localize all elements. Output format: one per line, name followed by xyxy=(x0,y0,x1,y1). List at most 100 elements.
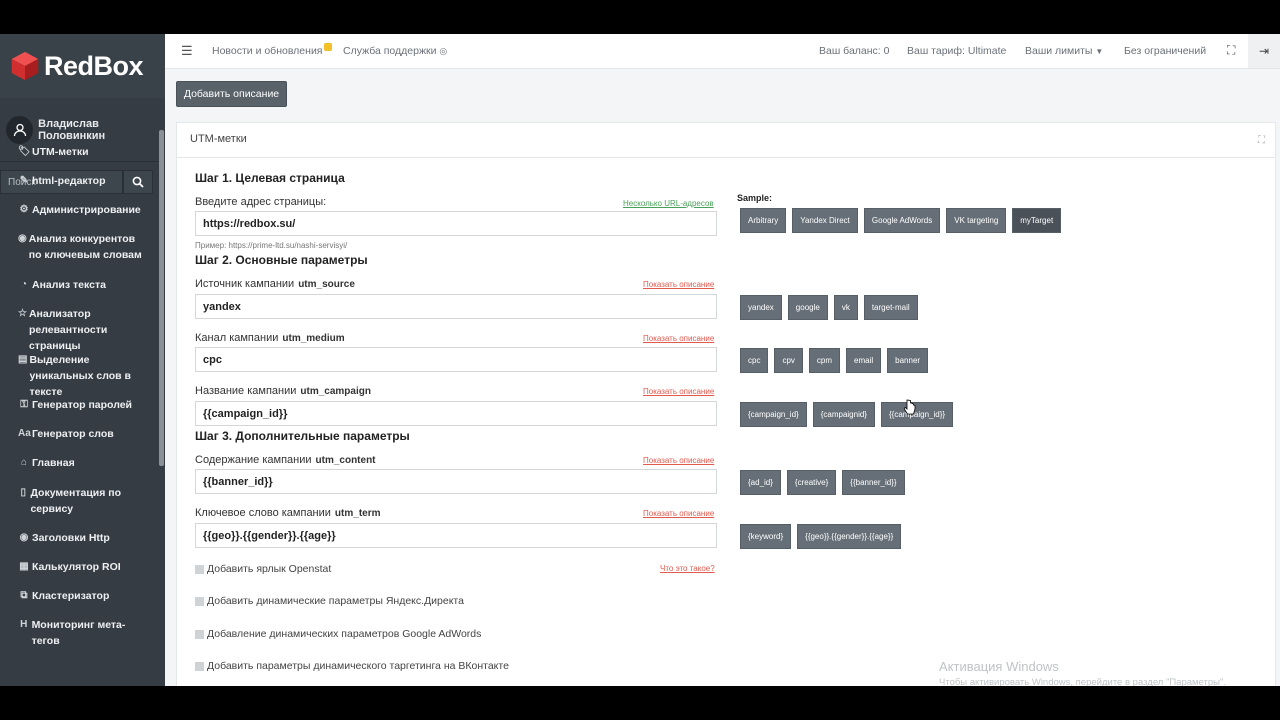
user-icon xyxy=(6,115,34,144)
sample-tag-button[interactable]: email xyxy=(846,348,882,373)
user-name: Владислав Половинкин xyxy=(38,117,106,142)
windows-activation-watermark: Активация Windows Чтобы активировать Win… xyxy=(939,659,1226,686)
sidebar-item-label: Заголовки Http xyxy=(32,532,110,544)
utm-content-input[interactable]: {{banner_id}} xyxy=(195,469,717,494)
sample-tag-button[interactable]: {{geo}}.{{gender}}.{{age}} xyxy=(797,524,902,549)
sample-tag-button[interactable]: vk xyxy=(833,295,858,320)
file-icon: ▯ xyxy=(20,487,26,498)
sample-tag-button[interactable]: Arbitrary xyxy=(740,208,787,233)
sidebar-item-label: Кластеризатор xyxy=(32,590,110,602)
sidebar-item-label: Анализ конкурентов по ключевым словам xyxy=(28,233,142,261)
sample-tag-button[interactable]: {campaignid} xyxy=(812,402,875,427)
sidebar-item-2[interactable]: ✎ html-редактор xyxy=(6,173,161,189)
sidebar-item-1[interactable]: 🏷 UTM-метки xyxy=(6,144,161,160)
sample-tag-button[interactable]: banner xyxy=(887,348,929,373)
openstat-checkbox[interactable]: Добавить ярлык Openstat xyxy=(195,563,331,575)
star-icon: ☆ xyxy=(18,308,27,319)
source-label: Источник кампании utm_source xyxy=(195,278,355,290)
source-tags: yandex google vk target-mail xyxy=(740,295,918,320)
sidebar-item-5[interactable]: ◔ Анализ текста xyxy=(6,277,161,293)
multi-url-link[interactable]: Несколько URL-адресов xyxy=(623,199,714,208)
checkbox-box[interactable] xyxy=(195,596,204,606)
sidebar-item-15[interactable]: H Мониторинг мета-тегов xyxy=(6,617,161,649)
sidebar-item-label: Генератор слов xyxy=(32,428,114,440)
sample-tag-button[interactable]: cpv xyxy=(774,348,803,373)
show-description-link[interactable]: Показать описание xyxy=(643,456,714,465)
logo[interactable]: RedBox xyxy=(0,34,165,98)
mouse-cursor-icon xyxy=(904,399,916,415)
sample-tag-button[interactable]: {campaign_id} xyxy=(740,402,807,427)
checkbox-box[interactable] xyxy=(195,564,204,574)
sample-tag-button[interactable]: Google AdWords xyxy=(863,208,941,233)
sample-tag-button[interactable]: {{banner_id}} xyxy=(842,470,905,495)
sidebar-item-14[interactable]: ⧉ Кластеризатор xyxy=(6,588,161,604)
sample-tag-button[interactable]: target-mail xyxy=(863,295,918,320)
sample-tag-button[interactable]: {creative} xyxy=(786,470,837,495)
utm-medium-input[interactable]: cpc xyxy=(195,347,717,372)
sample-tag-button[interactable]: yandex xyxy=(740,295,782,320)
menu-toggle-icon[interactable]: ☰ xyxy=(181,43,193,59)
sample-tag-button[interactable]: {keyword} xyxy=(740,524,792,549)
sample-tag-button[interactable]: google xyxy=(787,295,828,320)
sidebar-item-13[interactable]: ▦ Калькулятор ROI xyxy=(6,559,161,575)
utm-source-input[interactable]: yandex xyxy=(195,294,717,319)
content-label: Содержание кампании utm_content xyxy=(195,454,376,466)
limits-dropdown[interactable]: Ваши лимиты ▼ xyxy=(1025,45,1103,57)
checkbox-box[interactable] xyxy=(195,661,204,671)
font-icon: Aa xyxy=(18,428,31,439)
sidebar-item-11[interactable]: ▯ Документация по сервису xyxy=(6,485,161,517)
sidebar-item-4[interactable]: ◉ Анализ конкурентов по ключевым словам xyxy=(6,231,161,263)
utm-card: UTM-метки ⛶ Шаг 1. Целевая страница Введ… xyxy=(176,122,1276,686)
fullscreen-icon[interactable]: ⛶ xyxy=(1227,43,1235,58)
support-link[interactable]: Служба поддержки ◎ xyxy=(343,45,447,57)
sample-tag-button[interactable]: {ad_id} xyxy=(740,470,781,495)
add-description-button[interactable]: Добавить описание xyxy=(176,81,287,107)
yandex-direct-params-checkbox[interactable]: Добавить динамические параметры Яндекс.Д… xyxy=(195,595,464,607)
show-description-link[interactable]: Показать описание xyxy=(643,387,714,396)
headset-icon: ◎ xyxy=(439,46,448,56)
medium-label: Канал кампании utm_medium xyxy=(195,332,345,344)
expand-icon[interactable]: ⛶ xyxy=(1258,135,1265,146)
tag-icon: 🏷 xyxy=(18,146,31,157)
utm-campaign-input[interactable]: {{campaign_id}} xyxy=(195,401,717,426)
checkbox-box[interactable] xyxy=(195,629,204,639)
sidebar: RedBox Владислав Половинкин 🏷UTM-метки ✎h… xyxy=(0,34,165,686)
preset-tags: Arbitrary Yandex Direct Google AdWords VK t… xyxy=(740,208,1062,233)
watermark-text: Чтобы активировать Windows, перейдите в … xyxy=(939,677,1226,686)
vk-targeting-params-checkbox[interactable]: Добавить параметры динамического таргети… xyxy=(195,660,509,672)
sidebar-item-label: Мониторинг мета-тегов xyxy=(31,619,126,647)
sidebar-item-12[interactable]: ◉ Заголовки Http xyxy=(6,530,161,546)
sidebar-item-label: Документация по сервису xyxy=(30,487,122,515)
balance-text[interactable]: Ваш баланс: 0 xyxy=(819,45,890,57)
sample-tag-button[interactable]: cpc xyxy=(740,348,769,373)
sidebar-item-10[interactable]: ⌂ Главная xyxy=(6,455,161,471)
sample-tag-button[interactable]: cpm xyxy=(808,348,841,373)
sidebar-item-label: Главная xyxy=(32,457,75,469)
sidebar-item-7[interactable]: ▤ Выделение уникальных слов в тексте xyxy=(6,352,161,400)
show-description-link[interactable]: Показать описание xyxy=(643,334,714,343)
logout-icon[interactable]: ⇥ xyxy=(1248,34,1280,68)
sample-tag-button[interactable]: Yandex Direct xyxy=(792,208,858,233)
url-input[interactable]: https://redbox.su/ xyxy=(195,211,717,236)
sample-tag-button[interactable]: VK targeting xyxy=(946,208,1007,233)
sidebar-item-label: Анализ текста xyxy=(32,279,106,291)
news-link[interactable]: Новости и обновления xyxy=(212,43,332,57)
sample-tag-button[interactable]: myTarget xyxy=(1012,208,1062,233)
utm-term-input[interactable]: {{geo}}.{{gender}}.{{age}} xyxy=(195,523,717,548)
sidebar-scrollbar[interactable] xyxy=(159,130,164,466)
sidebar-item-9[interactable]: Aa Генератор слов xyxy=(6,426,161,442)
sidebar-item-3[interactable]: ⚙ Администрирование xyxy=(6,202,161,218)
cogs-icon: ⚙ xyxy=(19,204,29,215)
sidebar-item-label: Калькулятор ROI xyxy=(32,561,121,573)
show-description-link[interactable]: Показать описание xyxy=(643,280,714,289)
google-adwords-params-checkbox[interactable]: Добавление динамических параметров Googl… xyxy=(195,628,481,640)
pie-icon: ◔ xyxy=(20,279,28,290)
sample-tag-button[interactable]: {{campaign_id}} xyxy=(880,402,954,427)
tariff-text[interactable]: Ваш тариф: Ultimate xyxy=(907,45,1006,57)
campaign-tags: {campaign_id} {campaignid} {{campaign_id}} xyxy=(740,402,954,427)
show-description-link[interactable]: Показать описание xyxy=(643,509,714,518)
what-is-this-link[interactable]: Что это такое? xyxy=(660,564,715,573)
sidebar-item-6[interactable]: ☆ Анализатор релевантности страницы xyxy=(6,306,161,354)
sidebar-item-8[interactable]: ⚿ Генератор паролей xyxy=(6,397,161,413)
card-title: UTM-метки xyxy=(190,133,247,145)
